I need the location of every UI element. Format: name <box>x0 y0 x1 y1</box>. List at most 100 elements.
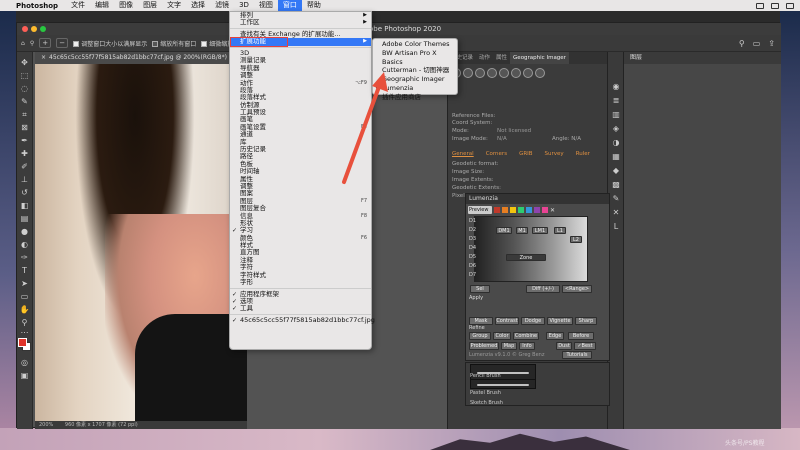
problemed-button[interactable]: Problemed <box>469 342 499 350</box>
close-tab-icon[interactable]: × <box>41 54 46 61</box>
dodge-tool-icon[interactable]: ◐ <box>19 240 30 249</box>
screen-mode-icon[interactable]: ▣ <box>19 371 30 380</box>
contrast-action-button[interactable]: Contrast <box>495 317 519 325</box>
best-button[interactable]: ✓Best <box>574 342 596 350</box>
zoom-all-checkbox[interactable]: 缩放所有窗口 <box>152 39 196 48</box>
tab-layers[interactable]: 图层 <box>624 52 781 64</box>
tab-properties[interactable]: 属性 <box>493 52 510 64</box>
tab-geographic-imager[interactable]: Geographic Imager <box>510 52 569 64</box>
foreground-color-swatch[interactable] <box>18 338 27 347</box>
import-icon[interactable] <box>511 68 521 78</box>
preview-dropdown[interactable]: Preview <box>468 206 492 214</box>
plugin-x-icon[interactable]: ✕ <box>611 208 621 217</box>
extension-menu-item[interactable]: Adobe Color Themes <box>373 40 457 49</box>
range-button[interactable]: <Range> <box>562 285 592 293</box>
menu-image[interactable]: 图像 <box>114 0 138 11</box>
export-icon[interactable] <box>523 68 533 78</box>
combine-button[interactable]: Combine <box>513 332 539 340</box>
edge-button[interactable]: Edge <box>546 332 564 340</box>
color-swatch[interactable] <box>502 207 508 213</box>
menu-layer[interactable]: 图层 <box>138 0 162 11</box>
mask-action-button[interactable]: Mask <box>469 317 493 325</box>
color-swatch[interactable] <box>494 207 500 213</box>
lumenzia-icon[interactable]: L <box>611 222 621 231</box>
sharp-action-button[interactable]: Sharp <box>575 317 597 325</box>
brush-tool-icon[interactable]: ✐ <box>19 162 30 171</box>
mask-button-l1[interactable]: L1 <box>554 227 566 234</box>
color-button[interactable]: Color <box>493 332 511 340</box>
menu-type[interactable]: 文字 <box>162 0 186 11</box>
diff-button[interactable]: Diff (+/-) <box>526 285 560 293</box>
crop-tool-icon[interactable]: ⌗ <box>19 110 30 119</box>
zoom-out-button[interactable]: − <box>56 38 69 48</box>
gradient-tool-icon[interactable]: ▤ <box>19 214 30 223</box>
mask-button-lm1[interactable]: LM1 <box>532 227 548 234</box>
before-button[interactable]: Before <box>568 332 594 340</box>
menu-help[interactable]: 帮助 <box>302 0 326 11</box>
lasso-tool-icon[interactable]: ◌ <box>19 84 30 93</box>
subtab-survey[interactable]: Survey <box>545 151 564 157</box>
stamp-tool-icon[interactable]: ⊥ <box>19 175 30 184</box>
minimize-window-icon[interactable] <box>31 26 37 32</box>
menu-window[interactable]: 窗口 <box>277 0 302 11</box>
layers-icon[interactable]: ≣ <box>611 96 621 105</box>
color-swatch[interactable] <box>518 207 524 213</box>
mosaic-icon[interactable] <box>487 68 497 78</box>
tab-actions[interactable]: 动作 <box>476 52 493 64</box>
type-tool-icon[interactable]: T <box>19 266 30 275</box>
eye-icon[interactable]: ◉ <box>611 82 621 91</box>
healing-tool-icon[interactable]: ✚ <box>19 149 30 158</box>
quick-select-tool-icon[interactable]: ✎ <box>19 97 30 106</box>
search-icon[interactable]: ⚲ <box>739 39 745 48</box>
eyedropper-tool-icon[interactable]: ✒ <box>19 136 30 145</box>
group-button[interactable]: Group <box>469 332 491 340</box>
menu-filter[interactable]: 滤镜 <box>210 0 234 11</box>
mask-button-l2[interactable]: L2 <box>570 236 582 243</box>
georeference-icon[interactable] <box>463 68 473 78</box>
app-menu[interactable]: Photoshop <box>16 2 58 10</box>
menu-edit[interactable]: 编辑 <box>90 0 114 11</box>
extension-menu-item[interactable]: BW Artisan Pro X <box>373 49 457 58</box>
frame-tool-icon[interactable]: ⊠ <box>19 123 30 132</box>
zoom-in-button[interactable]: + <box>39 38 52 48</box>
more-tools-icon[interactable]: ⋯ <box>19 328 30 337</box>
document-tab[interactable]: × 45c65c5cc55f77f5815ab82d1bbc77cf.jpg @ … <box>35 52 247 64</box>
adjustments-icon[interactable]: ◑ <box>611 138 621 147</box>
color-swatch[interactable] <box>526 207 532 213</box>
wifi-icon[interactable] <box>771 2 779 9</box>
stack-icon[interactable]: ◆ <box>611 166 621 175</box>
mask-button-dm1[interactable]: DM1 <box>496 227 512 234</box>
path-select-tool-icon[interactable]: ➤ <box>19 279 30 288</box>
subtab-corners[interactable]: Corners <box>486 151 507 157</box>
search-icon[interactable] <box>786 2 794 9</box>
vignette-action-button[interactable]: Vignette <box>547 317 573 325</box>
menu-select[interactable]: 选择 <box>186 0 210 11</box>
tutorials-button[interactable]: Tutorials <box>562 351 592 359</box>
menu-file[interactable]: 文件 <box>66 0 90 11</box>
zoom-window-icon[interactable] <box>40 26 46 32</box>
window-menu-item[interactable]: ✓ 工具 <box>230 305 371 313</box>
zoom-tool-icon[interactable]: ⚲ <box>30 40 34 47</box>
color-swatch[interactable] <box>534 207 540 213</box>
properties-icon[interactable]: ▦ <box>611 152 621 161</box>
quick-mask-icon[interactable]: ◎ <box>19 358 30 367</box>
window-menu-item[interactable]: 字形 <box>230 278 371 286</box>
dust-button[interactable]: Dust <box>556 342 572 350</box>
close-icon[interactable]: ✕ <box>550 207 555 214</box>
window-menu-item[interactable]: ✓ 45c65c5cc55f77f5815ab82d1bbc77cf.jpg <box>230 316 375 324</box>
swatches-icon[interactable]: ▩ <box>611 180 621 189</box>
marquee-tool-icon[interactable]: ⬚ <box>19 71 30 80</box>
brush-settings-icon[interactable]: ✎ <box>611 194 621 203</box>
tile-icon[interactable] <box>499 68 509 78</box>
info-button[interactable]: Info <box>519 342 535 350</box>
zone-button[interactable]: Zone <box>506 254 546 261</box>
channels-icon[interactable]: ▥ <box>611 110 621 119</box>
window-menu-item[interactable]: 工作区 ▶ <box>230 19 371 26</box>
workspace-icon[interactable]: ▭ <box>753 39 761 48</box>
battery-icon[interactable] <box>756 2 764 9</box>
close-window-icon[interactable] <box>22 26 28 32</box>
share-icon[interactable]: ⇪ <box>768 39 775 48</box>
sel-button[interactable]: Sel <box>470 285 490 293</box>
color-swatch[interactable] <box>510 207 516 213</box>
map-button[interactable]: Map <box>501 342 517 350</box>
